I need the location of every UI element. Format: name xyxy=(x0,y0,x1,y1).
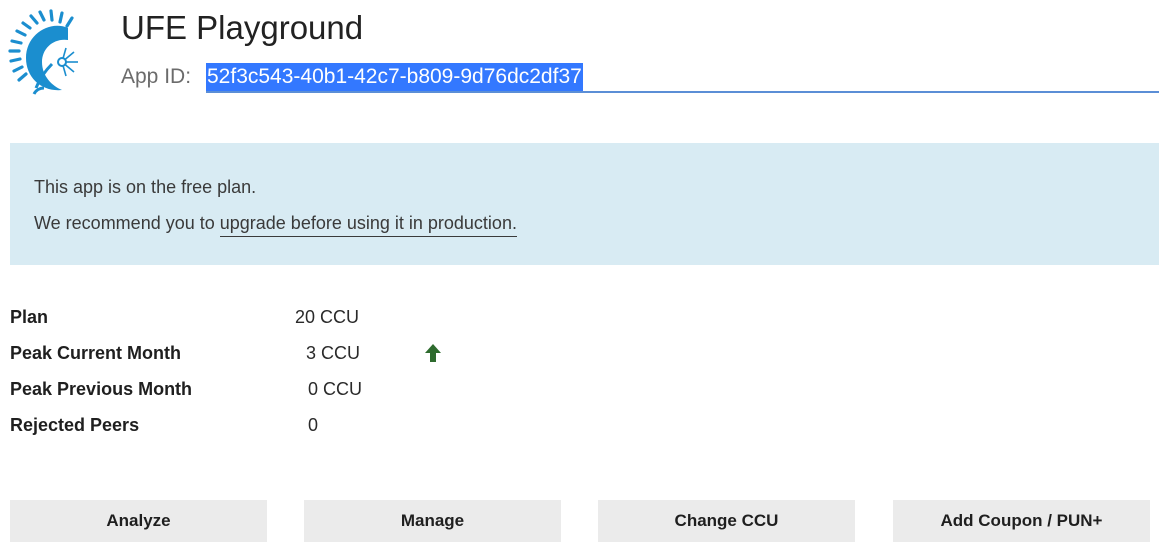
stat-label: Plan xyxy=(10,307,49,327)
notice-recommendation-text: We recommend you to xyxy=(34,213,220,233)
app-title: UFE Playground xyxy=(121,9,364,46)
stat-row-peak-previous-month: Peak Previous Month 0 CCU xyxy=(10,374,610,410)
add-coupon-button[interactable]: Add Coupon / PUN+ xyxy=(893,500,1150,542)
stat-row-rejected-peers: Rejected Peers 0 xyxy=(10,410,610,446)
app-id-label: App ID: xyxy=(121,65,192,88)
stat-row-plan: Plan 20 CCU xyxy=(10,302,610,338)
stat-label: Peak Previous Month xyxy=(10,379,193,399)
arrow-up-icon xyxy=(425,344,441,362)
stat-value: 0 xyxy=(308,415,319,435)
upgrade-link[interactable]: upgrade before using it in production. xyxy=(219,213,517,237)
usage-stats: Plan 20 CCU Peak Current Month 3 CCU Pea… xyxy=(10,302,610,446)
action-buttons: Analyze Manage Change CCU Add Coupon / P… xyxy=(0,500,1159,542)
stat-value: 3 CCU xyxy=(306,343,361,363)
free-plan-notice: This app is on the free plan. We recomme… xyxy=(10,143,1159,265)
stat-value: 0 CCU xyxy=(308,379,363,399)
manage-button[interactable]: Manage xyxy=(304,500,561,542)
change-ccu-button[interactable]: Change CCU xyxy=(598,500,855,542)
stat-value: 20 CCU xyxy=(295,307,360,327)
app-id-field[interactable]: 52f3c543-40b1-42c7-b809-9d76dc2df37 xyxy=(206,63,1159,93)
notice-text: This app is on the free plan. xyxy=(34,177,257,197)
analyze-button[interactable]: Analyze xyxy=(10,500,267,542)
stat-label: Rejected Peers xyxy=(10,415,140,435)
stat-row-peak-current-month: Peak Current Month 3 CCU xyxy=(10,338,610,374)
notice-recommendation: We recommend you to upgrade before using… xyxy=(34,211,517,237)
app-header: UFE Playground App ID: 52f3c543-40b1-42c… xyxy=(0,0,1159,120)
app-id-value[interactable]: 52f3c543-40b1-42c7-b809-9d76dc2df37 xyxy=(206,63,583,91)
stat-label: Peak Current Month xyxy=(10,343,182,363)
app-logo-icon xyxy=(8,9,78,95)
